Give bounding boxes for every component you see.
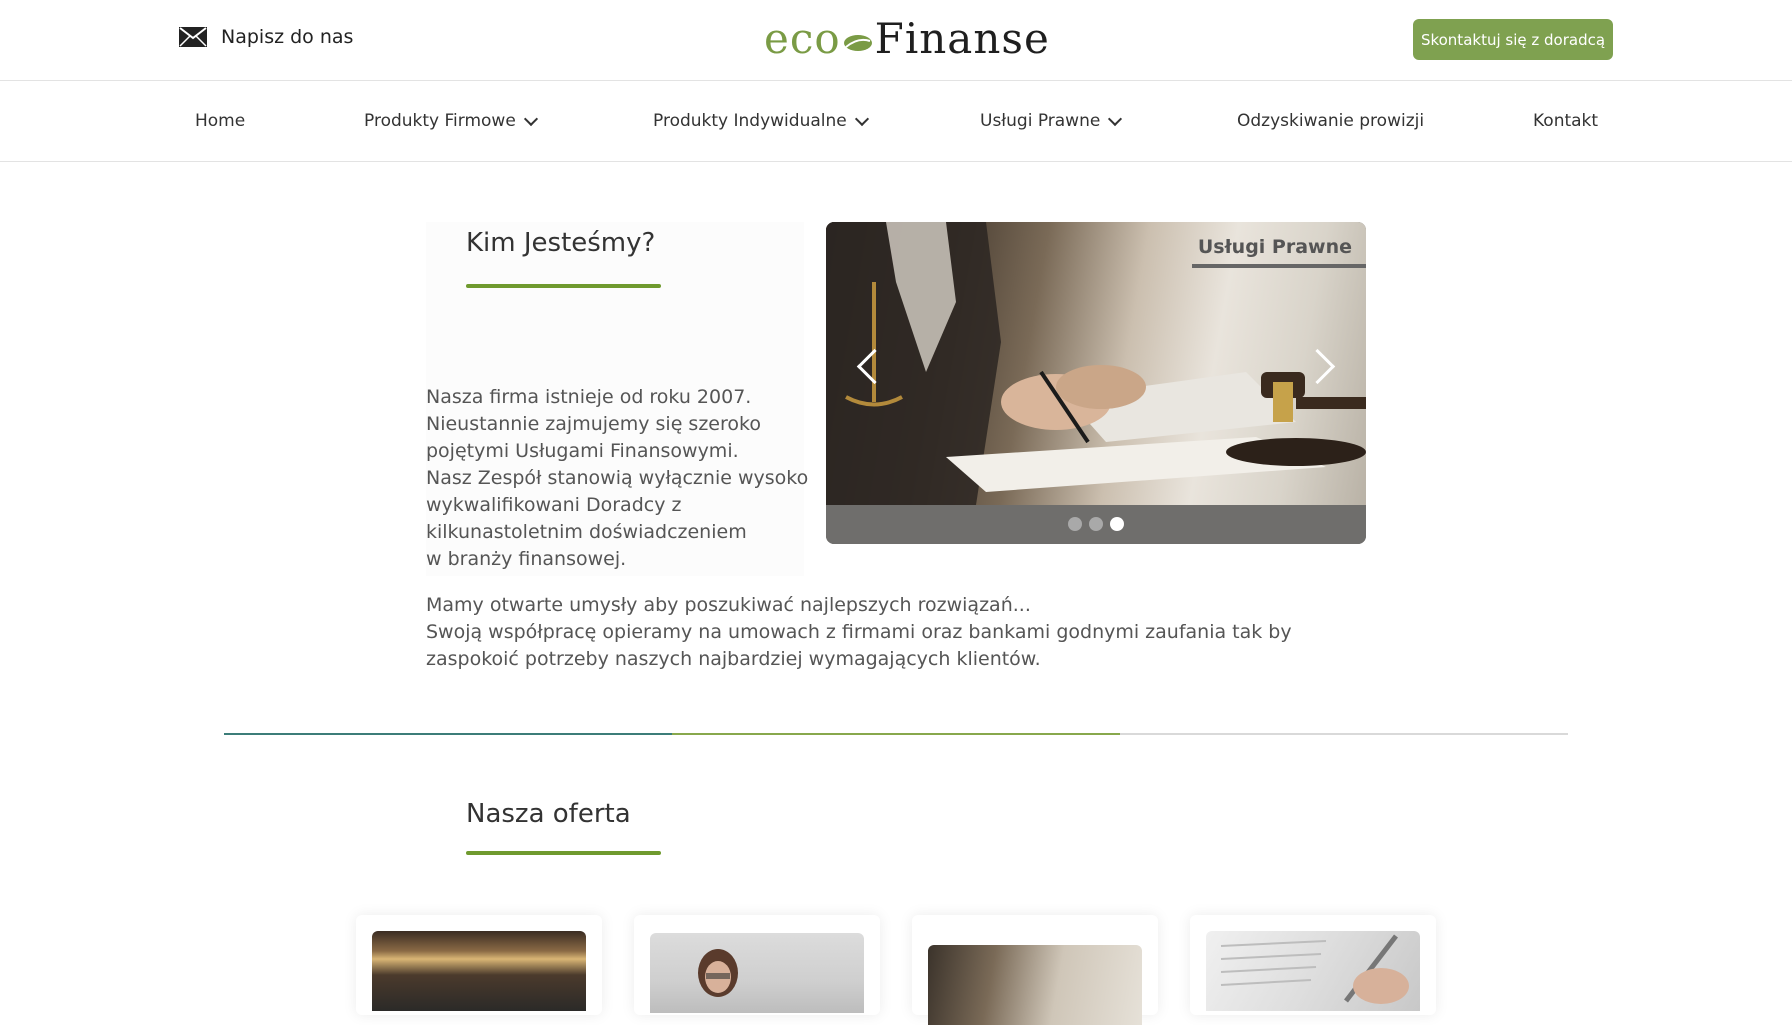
offer-card-image [650,933,864,1013]
about-line: Nieustannie zajmujemy się szeroko [426,413,761,435]
about-line: w branży finansowej. [426,548,627,570]
nav-item-kontakt[interactable]: Kontakt [1533,111,1598,131]
carousel-slide-image: Usługi Prawne [826,222,1366,505]
about-paragraph-2: Mamy otwarte umysły aby poszukiwać najle… [426,592,1346,673]
services-carousel: Usługi Prawne [826,222,1366,544]
divider-segment-green [672,733,1120,735]
nav-item-label: Odzyskiwanie prowizji [1237,111,1425,131]
offer-card-image [1206,931,1420,1011]
about-title-underline [466,284,661,288]
nav-item-label: Produkty Firmowe [364,111,516,131]
chevron-down-icon [854,111,869,126]
carousel-dot-3[interactable] [1110,517,1124,531]
carousel-dot-2[interactable] [1089,517,1103,531]
carousel-dot-1[interactable] [1068,517,1082,531]
main-navigation: Home Produkty Firmowe Produkty Indywidua… [0,81,1792,162]
about-title: Kim Jesteśmy? [466,228,656,258]
nav-item-uslugi-prawne[interactable]: Usługi Prawne [980,111,1123,131]
offer-card-1[interactable] [356,915,602,1015]
nav-item-produkty-firmowe[interactable]: Produkty Firmowe [364,111,538,131]
nav-item-label: Kontakt [1533,111,1599,131]
logo-eco-text: eco [764,14,841,63]
section-divider [224,733,1568,735]
offer-title-underline [466,851,661,855]
about-line: Nasza firma istnieje od roku 2007. [426,386,752,408]
about-line: kilkunastoletnim doświadczeniem [426,521,747,543]
offer-card-2[interactable] [634,915,880,1015]
about-paragraph-1: Nasza firma istnieje od roku 2007. Nieus… [426,384,826,573]
about-line: wykwalifikowani Doradcy z [426,494,682,516]
about-line: pojętymi Usługami Finansowymi. [426,440,739,462]
about-line: Mamy otwarte umysły aby poszukiwać najle… [426,594,1031,616]
site-logo[interactable]: eco Finanse [764,14,1050,63]
chevron-down-icon [523,111,538,126]
nav-item-odzyskiwanie-prowizji[interactable]: Odzyskiwanie prowizji [1237,111,1424,131]
about-line: Swoją współpracę opieramy na umowach z f… [426,621,1292,643]
offer-card-4[interactable] [1190,915,1436,1015]
offer-title: Nasza oferta [466,799,631,829]
nav-item-produkty-indywidualne[interactable]: Produkty Indywidualne [653,111,869,131]
contact-email-label: Napisz do nas [221,26,354,48]
about-line: zaspokoić potrzeby naszych najbardziej w… [426,648,1041,670]
offer-card-3[interactable] [912,915,1158,1025]
top-bar: Napisz do nas eco Finanse Skontaktuj się… [0,0,1792,81]
logo-finanse-text: Finanse [874,14,1050,63]
nav-item-label: Usługi Prawne [980,111,1101,131]
nav-item-home[interactable]: Home [195,111,245,131]
about-line: Nasz Zespół stanowią wyłącznie wysoko [426,467,809,489]
offer-card-image [928,945,1142,1025]
contact-email-link[interactable]: Napisz do nas [179,26,353,48]
carousel-slide-caption: Usługi Prawne [1191,236,1366,268]
offer-card-image [372,931,586,1011]
leaf-icon [843,14,873,63]
divider-segment-teal [224,733,672,735]
nav-item-label: Produkty Indywidualne [653,111,847,131]
chevron-down-icon [1108,111,1123,126]
carousel-indicator-bar [826,505,1366,544]
contact-advisor-button[interactable]: Skontaktuj się z doradcą [1413,19,1613,60]
nav-item-label: Home [195,111,246,131]
envelope-icon [179,27,207,47]
